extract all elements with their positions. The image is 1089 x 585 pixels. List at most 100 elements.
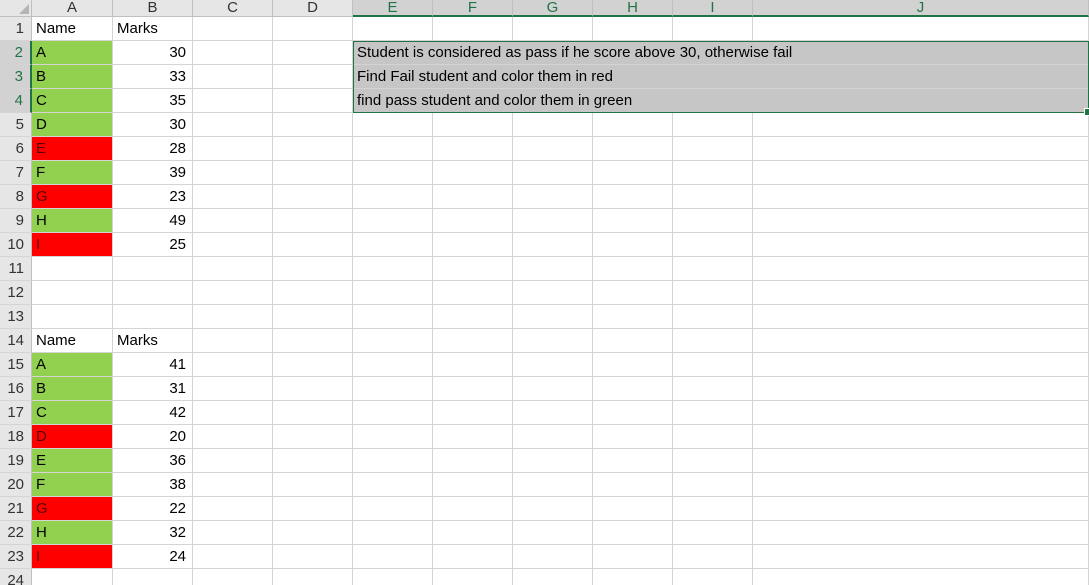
cell-j10[interactable] (753, 233, 1089, 257)
cell-name[interactable] (32, 569, 113, 585)
cell-c11[interactable] (193, 257, 273, 281)
row-header-11[interactable]: 11 (0, 257, 32, 281)
cell-d23[interactable] (273, 545, 353, 569)
cell-j18[interactable] (753, 425, 1089, 449)
cell-e18[interactable] (353, 425, 433, 449)
cell-e15[interactable] (353, 353, 433, 377)
cell-i11[interactable] (673, 257, 753, 281)
cell-h1[interactable] (593, 17, 673, 41)
cell-i8[interactable] (673, 185, 753, 209)
cell-marks[interactable]: 25 (113, 233, 193, 257)
cell-j9[interactable] (753, 209, 1089, 233)
row-header-9[interactable]: 9 (0, 209, 32, 233)
cell-e21[interactable] (353, 497, 433, 521)
cell-marks[interactable]: 49 (113, 209, 193, 233)
cell-d21[interactable] (273, 497, 353, 521)
cell-c20[interactable] (193, 473, 273, 497)
cell-f11[interactable] (433, 257, 513, 281)
cell-d15[interactable] (273, 353, 353, 377)
cell-d6[interactable] (273, 137, 353, 161)
cell-d11[interactable] (273, 257, 353, 281)
cell-e20[interactable] (353, 473, 433, 497)
cell-h21[interactable] (593, 497, 673, 521)
row-header-24[interactable]: 24 (0, 569, 32, 585)
cell-j19[interactable] (753, 449, 1089, 473)
note-cell[interactable]: Student is considered as pass if he scor… (353, 41, 792, 65)
cell-g20[interactable] (513, 473, 593, 497)
cell-d18[interactable] (273, 425, 353, 449)
cell-d10[interactable] (273, 233, 353, 257)
cell-i16[interactable] (673, 377, 753, 401)
cell-h12[interactable] (593, 281, 673, 305)
cell-j23[interactable] (753, 545, 1089, 569)
cell-e24[interactable] (353, 569, 433, 585)
cell-j21[interactable] (753, 497, 1089, 521)
cell-d13[interactable] (273, 305, 353, 329)
cell-g18[interactable] (513, 425, 593, 449)
cell-c21[interactable] (193, 497, 273, 521)
row-header-1[interactable]: 1 (0, 17, 32, 41)
cell-name[interactable]: B (32, 377, 113, 401)
cell-g21[interactable] (513, 497, 593, 521)
row-header-4[interactable]: 4 (0, 89, 32, 113)
cell-j20[interactable] (753, 473, 1089, 497)
column-header-d[interactable]: D (273, 0, 353, 17)
cell-h15[interactable] (593, 353, 673, 377)
row-header-21[interactable]: 21 (0, 497, 32, 521)
cell-j7[interactable] (753, 161, 1089, 185)
cell-d17[interactable] (273, 401, 353, 425)
cell-g12[interactable] (513, 281, 593, 305)
column-header-g[interactable]: G (513, 0, 593, 17)
column-header-b[interactable]: B (113, 0, 193, 17)
cell-i3[interactable] (673, 65, 753, 89)
cell-d3[interactable] (273, 65, 353, 89)
cell-f19[interactable] (433, 449, 513, 473)
cell-e14[interactable] (353, 329, 433, 353)
cell-f6[interactable] (433, 137, 513, 161)
cell-c17[interactable] (193, 401, 273, 425)
cell-d8[interactable] (273, 185, 353, 209)
row-header-7[interactable]: 7 (0, 161, 32, 185)
cell-marks[interactable]: 39 (113, 161, 193, 185)
cell-d2[interactable] (273, 41, 353, 65)
cell-f7[interactable] (433, 161, 513, 185)
cell-e5[interactable] (353, 113, 433, 137)
cell-marks[interactable]: 20 (113, 425, 193, 449)
cell-j11[interactable] (753, 257, 1089, 281)
column-header-i[interactable]: I (673, 0, 753, 17)
cell-g1[interactable] (513, 17, 593, 41)
cell-i22[interactable] (673, 521, 753, 545)
cell-e17[interactable] (353, 401, 433, 425)
cell-e8[interactable] (353, 185, 433, 209)
cell-h11[interactable] (593, 257, 673, 281)
cell-e1[interactable] (353, 17, 433, 41)
cell-d1[interactable] (273, 17, 353, 41)
header-cell-name[interactable]: Name (32, 329, 113, 353)
cell-h14[interactable] (593, 329, 673, 353)
cell-f1[interactable] (433, 17, 513, 41)
row-header-2[interactable]: 2 (0, 41, 32, 65)
cell-marks[interactable]: 30 (113, 113, 193, 137)
cell-marks[interactable]: 28 (113, 137, 193, 161)
cell-j24[interactable] (753, 569, 1089, 585)
row-header-22[interactable]: 22 (0, 521, 32, 545)
cell-f12[interactable] (433, 281, 513, 305)
cell-c19[interactable] (193, 449, 273, 473)
cell-h7[interactable] (593, 161, 673, 185)
cell-h19[interactable] (593, 449, 673, 473)
cell-j14[interactable] (753, 329, 1089, 353)
cell-name[interactable]: E (32, 137, 113, 161)
cell-name[interactable]: D (32, 425, 113, 449)
cell-c22[interactable] (193, 521, 273, 545)
cell-f14[interactable] (433, 329, 513, 353)
cell-name[interactable]: D (32, 113, 113, 137)
row-header-15[interactable]: 15 (0, 353, 32, 377)
cell-g14[interactable] (513, 329, 593, 353)
cell-e16[interactable] (353, 377, 433, 401)
cell-name[interactable]: A (32, 353, 113, 377)
cell-c24[interactable] (193, 569, 273, 585)
cell-name[interactable]: B (32, 65, 113, 89)
cell-f8[interactable] (433, 185, 513, 209)
row-header-5[interactable]: 5 (0, 113, 32, 137)
cell-e6[interactable] (353, 137, 433, 161)
